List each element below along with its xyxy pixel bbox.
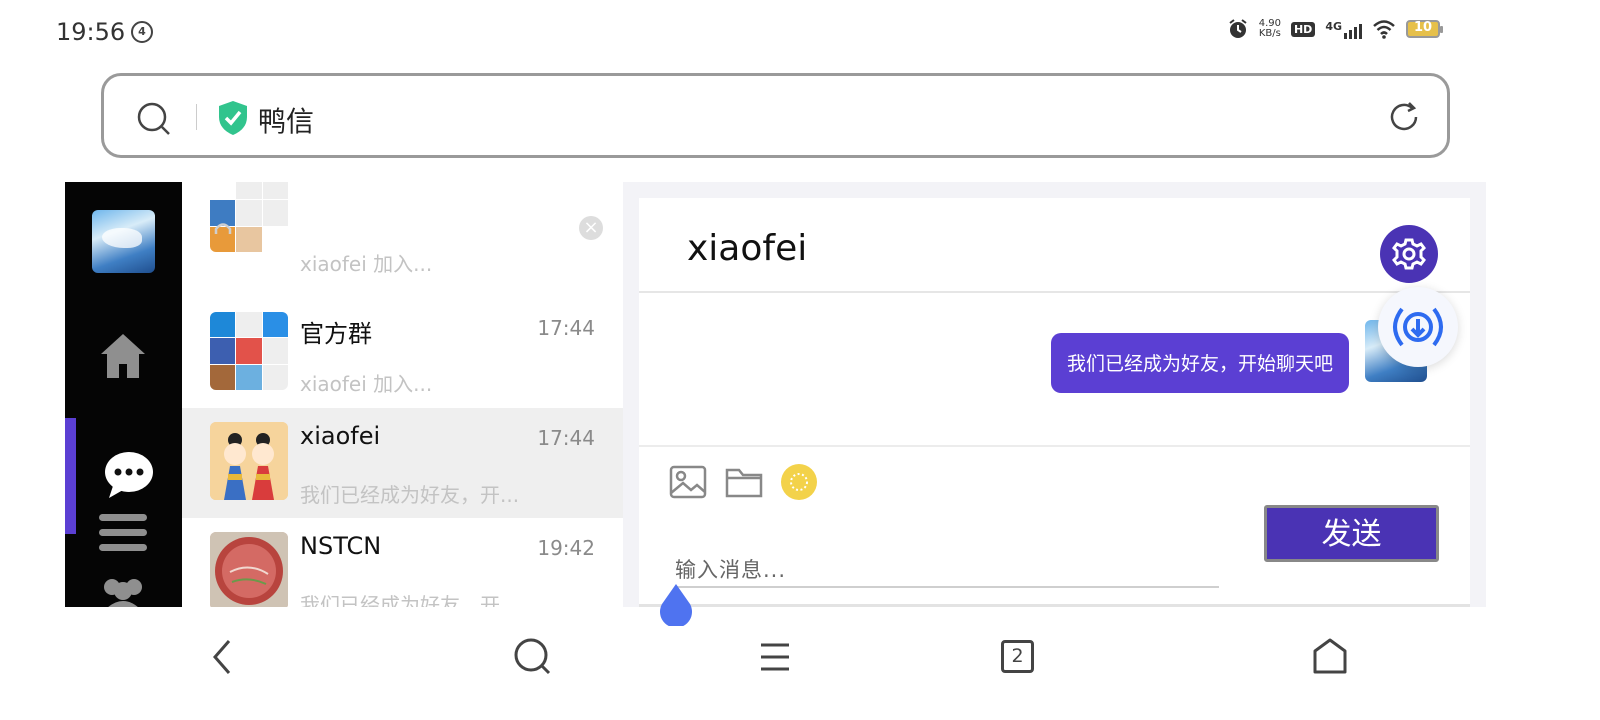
gear-icon [1392, 238, 1426, 270]
user-avatar[interactable] [92, 210, 155, 273]
text-cursor-handle-icon[interactable] [657, 584, 695, 626]
address-bar[interactable]: 鸭信 [101, 73, 1450, 158]
conversation-preview: 我们已经成为好友，开... [300, 483, 520, 507]
back-icon[interactable] [207, 636, 237, 678]
notification-badge-icon: 4 [131, 21, 153, 43]
send-button[interactable]: 发送 [1264, 505, 1439, 562]
contacts-icon[interactable] [98, 577, 148, 607]
conversation-item[interactable]: 官方群 17:44 xiaofei 加入... [182, 298, 623, 408]
divider [196, 104, 197, 130]
chat-header: xiaofei [639, 198, 1470, 293]
shield-check-icon [219, 101, 247, 135]
conversation-time: 17:44 [537, 426, 595, 450]
conversation-name: 官方群 [300, 320, 372, 348]
contact-avatar [210, 422, 288, 500]
net-speed-unit: KB/s [1258, 28, 1281, 39]
menu-icon[interactable] [99, 512, 147, 554]
battery-icon: 10 [1406, 20, 1443, 38]
lock-icon [214, 223, 232, 234]
conversation-item[interactable]: NSTCN 19:42 我们已经成为好友，开... [182, 518, 623, 607]
dolls-avatar-icon [210, 422, 288, 500]
battery-level: 10 [1413, 20, 1433, 35]
chat-app: xiaofei 加入... 官方群 17:44 xiaofei 加入... xi… [65, 182, 1486, 607]
conversation-preview: xiaofei 加入... [300, 372, 433, 396]
conversation-name: NSTCN [300, 532, 382, 560]
chat-panel: xiaofei 我们已经成为好友，开始聊天吧 发送 输入消息... [639, 198, 1470, 607]
net-speed: 4.90 KB/s [1259, 19, 1281, 39]
divider [639, 604, 1470, 607]
network-type: 4G [1325, 19, 1342, 33]
wifi-icon [1373, 20, 1395, 39]
conversation-list: xiaofei 加入... 官方群 17:44 xiaofei 加入... xi… [182, 182, 623, 607]
hd-icon: HD [1290, 21, 1316, 37]
clear-search-icon[interactable]: × [579, 216, 603, 240]
conversation-name: xiaofei [300, 422, 381, 450]
menu-icon[interactable] [758, 636, 792, 678]
alarm-icon [1229, 19, 1247, 38]
nav-active-indicator [65, 418, 76, 534]
message-input[interactable] [675, 554, 1219, 588]
chat-bubble-icon[interactable] [103, 450, 155, 500]
conversation-time: 17:44 [537, 316, 595, 340]
tabs-button[interactable]: 2 [1001, 640, 1034, 673]
page-title: 鸭信 [258, 105, 315, 138]
conversation-preview: 我们已经成为好友，开... [300, 593, 520, 607]
status-icons: 4.90 KB/s HD 4G 10 [1227, 18, 1443, 40]
home-icon[interactable] [97, 330, 149, 382]
conversation-preview: xiaofei 加入... [300, 252, 433, 276]
message-bubble: 我们已经成为好友，开始聊天吧 [1050, 333, 1349, 393]
emoji-button[interactable] [781, 464, 817, 500]
emoji-icon [790, 473, 808, 491]
search-icon[interactable] [513, 636, 553, 678]
cake-avatar-icon [210, 532, 288, 607]
status-time: 19:56 [56, 18, 126, 46]
search-icon[interactable] [136, 101, 172, 137]
image-icon[interactable] [669, 465, 707, 499]
conversation-item-active[interactable]: xiaofei 17:44 我们已经成为好友，开... [182, 408, 623, 518]
cellular-signal-icon: 4G [1325, 20, 1362, 39]
folder-icon[interactable] [725, 465, 763, 499]
contact-avatar [210, 532, 288, 607]
download-button[interactable] [1378, 287, 1458, 367]
reload-icon[interactable] [1387, 100, 1421, 134]
conversation-item[interactable]: xiaofei 加入... [182, 182, 623, 282]
conversation-time: 19:42 [537, 536, 595, 560]
message-area: 我们已经成为好友，开始聊天吧 [639, 287, 1470, 447]
settings-button[interactable] [1380, 225, 1438, 283]
download-icon [1393, 307, 1443, 347]
group-avatar [210, 312, 288, 390]
chat-title: xiaofei [687, 228, 808, 269]
nav-rail [65, 182, 182, 607]
composer: 发送 [639, 449, 1470, 607]
home-icon[interactable] [1311, 636, 1349, 678]
